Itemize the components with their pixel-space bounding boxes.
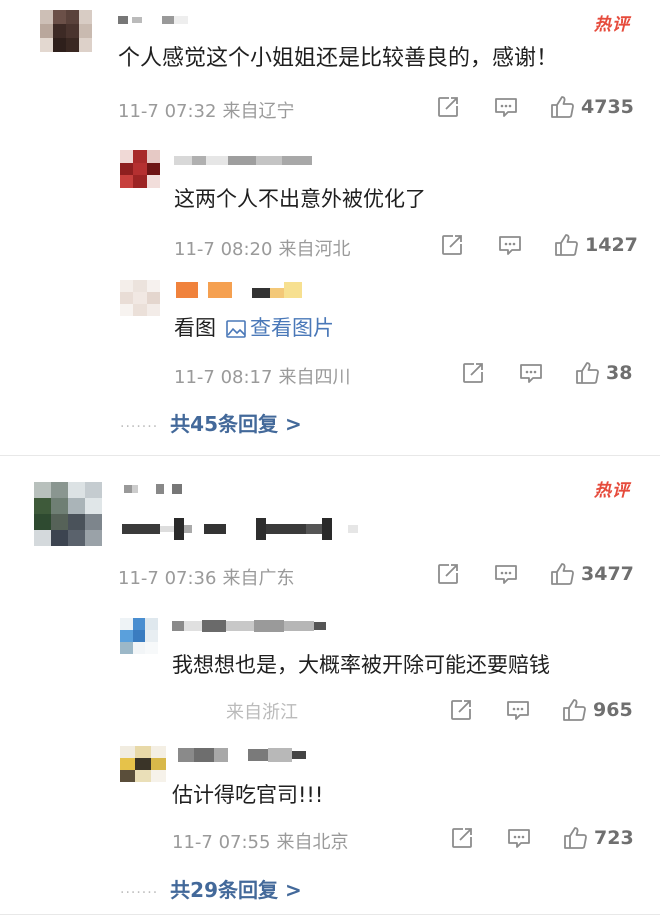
more-replies-label: 共45条回复 > bbox=[170, 412, 302, 436]
like-button[interactable]: 4735 bbox=[549, 94, 634, 120]
username-blurred[interactable] bbox=[124, 484, 182, 494]
share-icon bbox=[442, 235, 462, 255]
like-button[interactable]: 38 bbox=[574, 360, 632, 386]
meta-blur bbox=[172, 704, 220, 718]
like-button[interactable]: 965 bbox=[561, 697, 633, 723]
reply-location: 来自河北 bbox=[278, 239, 351, 260]
thumbs-up-icon bbox=[564, 827, 587, 849]
comment-date: 11-7 07:36 bbox=[118, 568, 217, 589]
reply-text: 这两个人不出意外被优化了 bbox=[174, 187, 426, 211]
reply-location: 来自浙江 bbox=[226, 702, 298, 723]
reply-date: 11-7 08:17 bbox=[174, 367, 273, 388]
reply-text: 我想想也是，大概率被开除可能还要赔钱 bbox=[172, 653, 550, 677]
comment-text-blurred bbox=[122, 518, 358, 540]
reply-button[interactable] bbox=[507, 827, 531, 849]
more-replies-label: 共29条回复 > bbox=[170, 878, 302, 902]
share-button[interactable] bbox=[451, 827, 473, 849]
reply-text-content: 看图 bbox=[174, 316, 216, 340]
comment-text: 个人感觉这个小姐姐还是比较善良的，感谢！ bbox=[118, 46, 559, 71]
reply-button[interactable] bbox=[519, 362, 543, 384]
share-button[interactable] bbox=[441, 234, 463, 256]
view-image-link[interactable]: 查看图片 bbox=[226, 316, 334, 340]
like-count: 723 bbox=[594, 827, 634, 849]
like-count: 38 bbox=[606, 362, 633, 384]
more-dots: ······· bbox=[120, 885, 159, 901]
avatar[interactable] bbox=[34, 482, 102, 546]
avatar[interactable] bbox=[120, 280, 160, 316]
reply-date: 11-7 07:55 bbox=[172, 832, 271, 853]
username-blurred[interactable] bbox=[176, 282, 302, 298]
share-button[interactable] bbox=[450, 699, 472, 721]
comment-meta: 11-7 07:36 来自广东 bbox=[118, 564, 294, 590]
comment-date: 11-7 07:32 bbox=[118, 101, 217, 122]
thumbs-up-icon bbox=[551, 563, 574, 585]
reply-location: 来自四川 bbox=[278, 367, 351, 388]
comment-location: 来自辽宁 bbox=[222, 101, 295, 122]
more-dots: ······· bbox=[120, 419, 159, 435]
more-replies-link[interactable]: ······· 共29条回复 > bbox=[120, 874, 302, 903]
reply-text: 看图 查看图片 bbox=[174, 313, 334, 343]
like-count: 4735 bbox=[581, 96, 634, 118]
view-image-label: 查看图片 bbox=[250, 316, 334, 340]
share-icon bbox=[452, 828, 472, 848]
avatar[interactable] bbox=[120, 150, 160, 188]
like-count: 3477 bbox=[581, 563, 634, 585]
share-button[interactable] bbox=[437, 96, 459, 118]
like-count: 965 bbox=[593, 699, 633, 721]
reply-button[interactable] bbox=[494, 96, 518, 118]
comment-icon bbox=[507, 701, 529, 720]
avatar[interactable] bbox=[120, 746, 166, 782]
username-blurred[interactable] bbox=[172, 620, 326, 632]
comment-icon bbox=[495, 565, 517, 584]
reply-button[interactable] bbox=[506, 699, 530, 721]
comment-icon bbox=[520, 364, 542, 383]
reply-meta: 11-7 08:17 来自四川 bbox=[174, 363, 350, 389]
username-blurred[interactable] bbox=[174, 156, 312, 165]
like-button[interactable]: 3477 bbox=[549, 561, 634, 587]
comment-icon bbox=[499, 236, 521, 255]
reply-button[interactable] bbox=[498, 234, 522, 256]
thumbs-up-icon bbox=[555, 234, 578, 256]
thumbs-up-icon bbox=[563, 699, 586, 721]
avatar[interactable] bbox=[120, 618, 158, 654]
reply-meta: 来自浙江 bbox=[172, 698, 298, 724]
comment-icon bbox=[508, 829, 530, 848]
comment-meta: 11-7 07:32 来自辽宁 bbox=[118, 97, 294, 123]
share-icon bbox=[438, 97, 458, 117]
comment-location: 来自广东 bbox=[222, 568, 295, 589]
reply-button[interactable] bbox=[494, 563, 518, 585]
share-icon bbox=[463, 363, 483, 383]
share-icon bbox=[438, 564, 458, 584]
image-icon bbox=[226, 320, 246, 338]
thumbs-up-icon bbox=[551, 96, 574, 118]
avatar[interactable] bbox=[40, 10, 92, 52]
share-icon bbox=[451, 700, 471, 720]
reply-meta: 11-7 07:55 来自北京 bbox=[172, 828, 348, 854]
hot-comment-badge: 热评 bbox=[594, 481, 630, 501]
like-button[interactable]: 723 bbox=[562, 825, 634, 851]
like-count: 1427 bbox=[585, 234, 638, 256]
reply-location: 来自北京 bbox=[276, 832, 349, 853]
more-replies-link[interactable]: ······· 共45条回复 > bbox=[120, 408, 302, 437]
share-button[interactable] bbox=[462, 362, 484, 384]
comment-icon bbox=[495, 98, 517, 117]
reply-meta: 11-7 08:20 来自河北 bbox=[174, 235, 350, 261]
username-blurred[interactable] bbox=[118, 16, 188, 24]
username-blurred[interactable] bbox=[178, 748, 306, 762]
thread-divider bbox=[0, 455, 660, 456]
like-button[interactable]: 1427 bbox=[553, 232, 638, 258]
share-button[interactable] bbox=[437, 563, 459, 585]
reply-date: 11-7 08:20 bbox=[174, 239, 273, 260]
thumbs-up-icon bbox=[576, 362, 599, 384]
hot-comment-badge: 热评 bbox=[594, 15, 630, 35]
reply-text: 估计得吃官司!!! bbox=[172, 783, 324, 807]
bottom-divider bbox=[0, 914, 660, 915]
